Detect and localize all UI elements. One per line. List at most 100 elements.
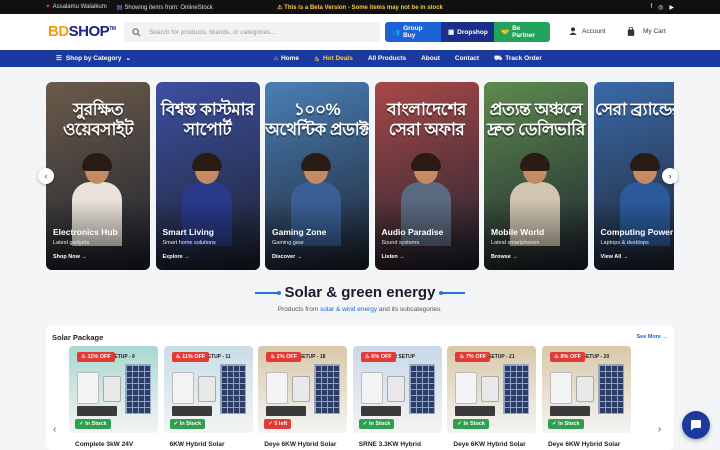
stock-badge: ✓ In Stock — [169, 419, 206, 429]
banner-link-label: Explore — [162, 254, 183, 260]
banner-link[interactable]: View All → — [601, 254, 629, 260]
store-source[interactable]: ▤ Showing items from: OnlineStock — [117, 4, 213, 11]
instagram-icon[interactable]: ◎ — [658, 4, 663, 11]
product-image[interactable]: SOLAR SETUP - 21 ♨ 7% OFF ✓ In Stock — [447, 346, 537, 433]
nav-hot-deals[interactable]: ♨ Hot Deals — [314, 54, 353, 63]
product-card[interactable]: SOLAR SETUP - 21 ♨ 7% OFF ✓ In Stock Deye 6… — [447, 346, 537, 450]
product-name[interactable]: Complete 3kW 24V — [75, 441, 133, 448]
nav-contact[interactable]: Contact — [455, 54, 479, 63]
shop-by-category[interactable]: ☰ Shop by Category ⌄ — [56, 54, 131, 63]
arrow-right-icon: → — [184, 254, 190, 260]
person-hair — [410, 153, 441, 171]
person-hair — [191, 153, 222, 171]
stock-badge: ✓ In Stock — [548, 419, 584, 429]
product-name[interactable]: Deye 6KW Hybrid Solar — [548, 441, 620, 448]
inverter-shape — [266, 372, 289, 404]
discount-text: 11% OFF — [182, 354, 206, 360]
banner-title: Gaming Zone — [272, 227, 327, 237]
banner-link[interactable]: Discover → — [272, 254, 302, 260]
product-image[interactable]: SOLAR SETUP - 18 ♨ 2% OFF ✓ 5 left — [258, 346, 348, 433]
chevron-right-icon: › — [658, 424, 662, 435]
product-image[interactable]: SOLAR SETUP - 9♨ 11% OFF✓ In Stock — [69, 346, 158, 433]
controller-shape — [197, 376, 216, 402]
banner-link[interactable]: Shop Now → — [53, 254, 87, 260]
account-link[interactable]: Account — [569, 27, 606, 35]
product-name[interactable]: Deye 6KW Hybrid Solar — [453, 441, 525, 448]
banner-subtitle: Latest gadgets — [53, 240, 90, 246]
chat-button[interactable] — [682, 411, 710, 439]
nav-track-order[interactable]: ⛟ Track Order — [494, 54, 542, 63]
products-next-button[interactable]: › — [658, 424, 661, 435]
discount-text: 7% OFF — [465, 354, 487, 360]
fire-icon: ♨ — [459, 354, 465, 360]
group-buy-label: Group Buy — [403, 25, 423, 39]
nav-all-products[interactable]: All Products — [368, 54, 406, 63]
banner-link[interactable]: Listen → — [382, 254, 405, 260]
cart-link[interactable]: My Cart — [627, 27, 666, 36]
banner-card[interactable]: সুরক্ষিত ওয়েবসাইট Electronics Hub Latest … — [46, 82, 150, 270]
logo[interactable]: BDSHOPTM — [48, 23, 116, 40]
controller-shape — [481, 376, 500, 402]
carousel-next-button[interactable]: › — [662, 168, 678, 184]
banner-card[interactable]: প্রত্যন্ত অঞ্চলে দ্রুত ডেলিভারি Mobile Wo… — [484, 82, 588, 270]
see-more-link[interactable]: See More → — [637, 334, 669, 340]
carousel-prev-button[interactable]: ‹ — [38, 168, 54, 184]
check-icon: ✓ — [362, 421, 368, 427]
search-input[interactable] — [149, 28, 369, 36]
banner-card[interactable]: ১০০% অথেন্টিক প্রডাক্ট Gaming Zone Gaming … — [265, 82, 369, 270]
product-image[interactable]: SOLAR SETUP ♨ 6% OFF ✓ In Stock — [352, 346, 442, 433]
banner-bangla-text: সেরা ব্র্যান্ডের প — [594, 100, 674, 119]
product-card[interactable]: SOLAR SETUP - 11♨ 11% OFF✓ In Stock6KW H… — [163, 346, 253, 450]
nav-home-label: Home — [280, 55, 299, 62]
banner-link[interactable]: Explore → — [163, 254, 190, 260]
product-name[interactable]: 6KW Hybrid Solar — [170, 441, 225, 448]
product-card[interactable]: SOLAR SETUP - 20 ♨ 8% OFF ✓ In Stock Deye 6… — [542, 346, 631, 450]
stock-badge: ✓ In Stock — [358, 419, 395, 429]
product-image[interactable]: SOLAR SETUP - 20 ♨ 8% OFF ✓ In Stock — [542, 346, 631, 433]
chevron-left-icon: ‹ — [44, 171, 48, 181]
logo-shop: SHOP — [68, 23, 110, 40]
title-deco-right — [439, 291, 466, 296]
fire-icon: ♨ — [270, 354, 276, 360]
section-title: Solar & green energy — [0, 284, 720, 301]
solar-panel-shape — [598, 364, 624, 414]
nav-about[interactable]: About — [421, 54, 440, 63]
youtube-icon[interactable]: ▶ — [669, 4, 674, 11]
top-bar: ♥ Assalamu Walaikum ▤ Showing items from: … — [0, 0, 720, 14]
dropshop-button[interactable]: ▣ Dropshop — [441, 22, 494, 42]
product-name[interactable]: Deye 6KW Hybrid Solar — [264, 441, 336, 448]
product-card[interactable]: SOLAR SETUP - 9♨ 11% OFF✓ In Stock Comple… — [69, 346, 158, 450]
check-icon: ✓ — [457, 421, 462, 427]
products-prev-button[interactable]: ‹ — [53, 424, 56, 435]
fire-icon: ♨ — [364, 354, 370, 360]
banner-card[interactable]: বাংলাদেশের সেরা অফার Audio Paradise Sound … — [374, 82, 479, 270]
person-hair — [301, 153, 331, 171]
banner-card[interactable]: বিশ্বস্ত কাস্টমার সাপোর্ট Smart Living Sma… — [155, 82, 260, 270]
subtitle-link[interactable]: solar & wind energy — [320, 306, 377, 313]
controller-shape — [292, 376, 311, 402]
banner-title: Electronics Hub — [53, 227, 118, 237]
truck-icon: ⛟ — [494, 55, 503, 62]
fire-icon: ♨ — [175, 354, 181, 360]
stock-text: In Stock — [85, 421, 107, 427]
product-card[interactable]: SOLAR SETUP ♨ 6% OFF ✓ In Stock SRNE 3.3KW … — [352, 346, 442, 450]
banner-carousel: সুরক্ষিত ওয়েবসাইট Electronics Hub Latest … — [46, 82, 674, 270]
group-buy-button[interactable]: 👥 Group Buy — [385, 22, 441, 42]
title-deco-left — [254, 291, 281, 296]
fire-icon: ♨ — [554, 354, 559, 360]
store-icon: ▤ — [116, 4, 123, 11]
banner-link-label: View All — [600, 254, 622, 260]
solar-panel-shape — [408, 364, 435, 414]
discount-text: 11% OFF — [87, 354, 111, 360]
nav-home[interactable]: ⌂ Home — [274, 54, 299, 63]
product-name[interactable]: SRNE 3.3KW Hybrid — [359, 441, 421, 448]
banner-link[interactable]: Browse → — [491, 254, 518, 260]
stock-text: In Stock — [179, 421, 202, 427]
product-card[interactable]: SOLAR SETUP - 18 ♨ 2% OFF ✓ 5 left Deye 6KW… — [258, 346, 348, 450]
facebook-icon[interactable]: f — [650, 4, 652, 11]
banner-subtitle: Laptops & desktops — [600, 240, 649, 246]
battery-shape — [550, 406, 590, 416]
be-partner-button[interactable]: 🤝 Be Partner — [494, 22, 550, 42]
discount-text: 2% OFF — [276, 354, 298, 360]
product-image[interactable]: SOLAR SETUP - 11♨ 11% OFF✓ In Stock — [163, 346, 253, 433]
